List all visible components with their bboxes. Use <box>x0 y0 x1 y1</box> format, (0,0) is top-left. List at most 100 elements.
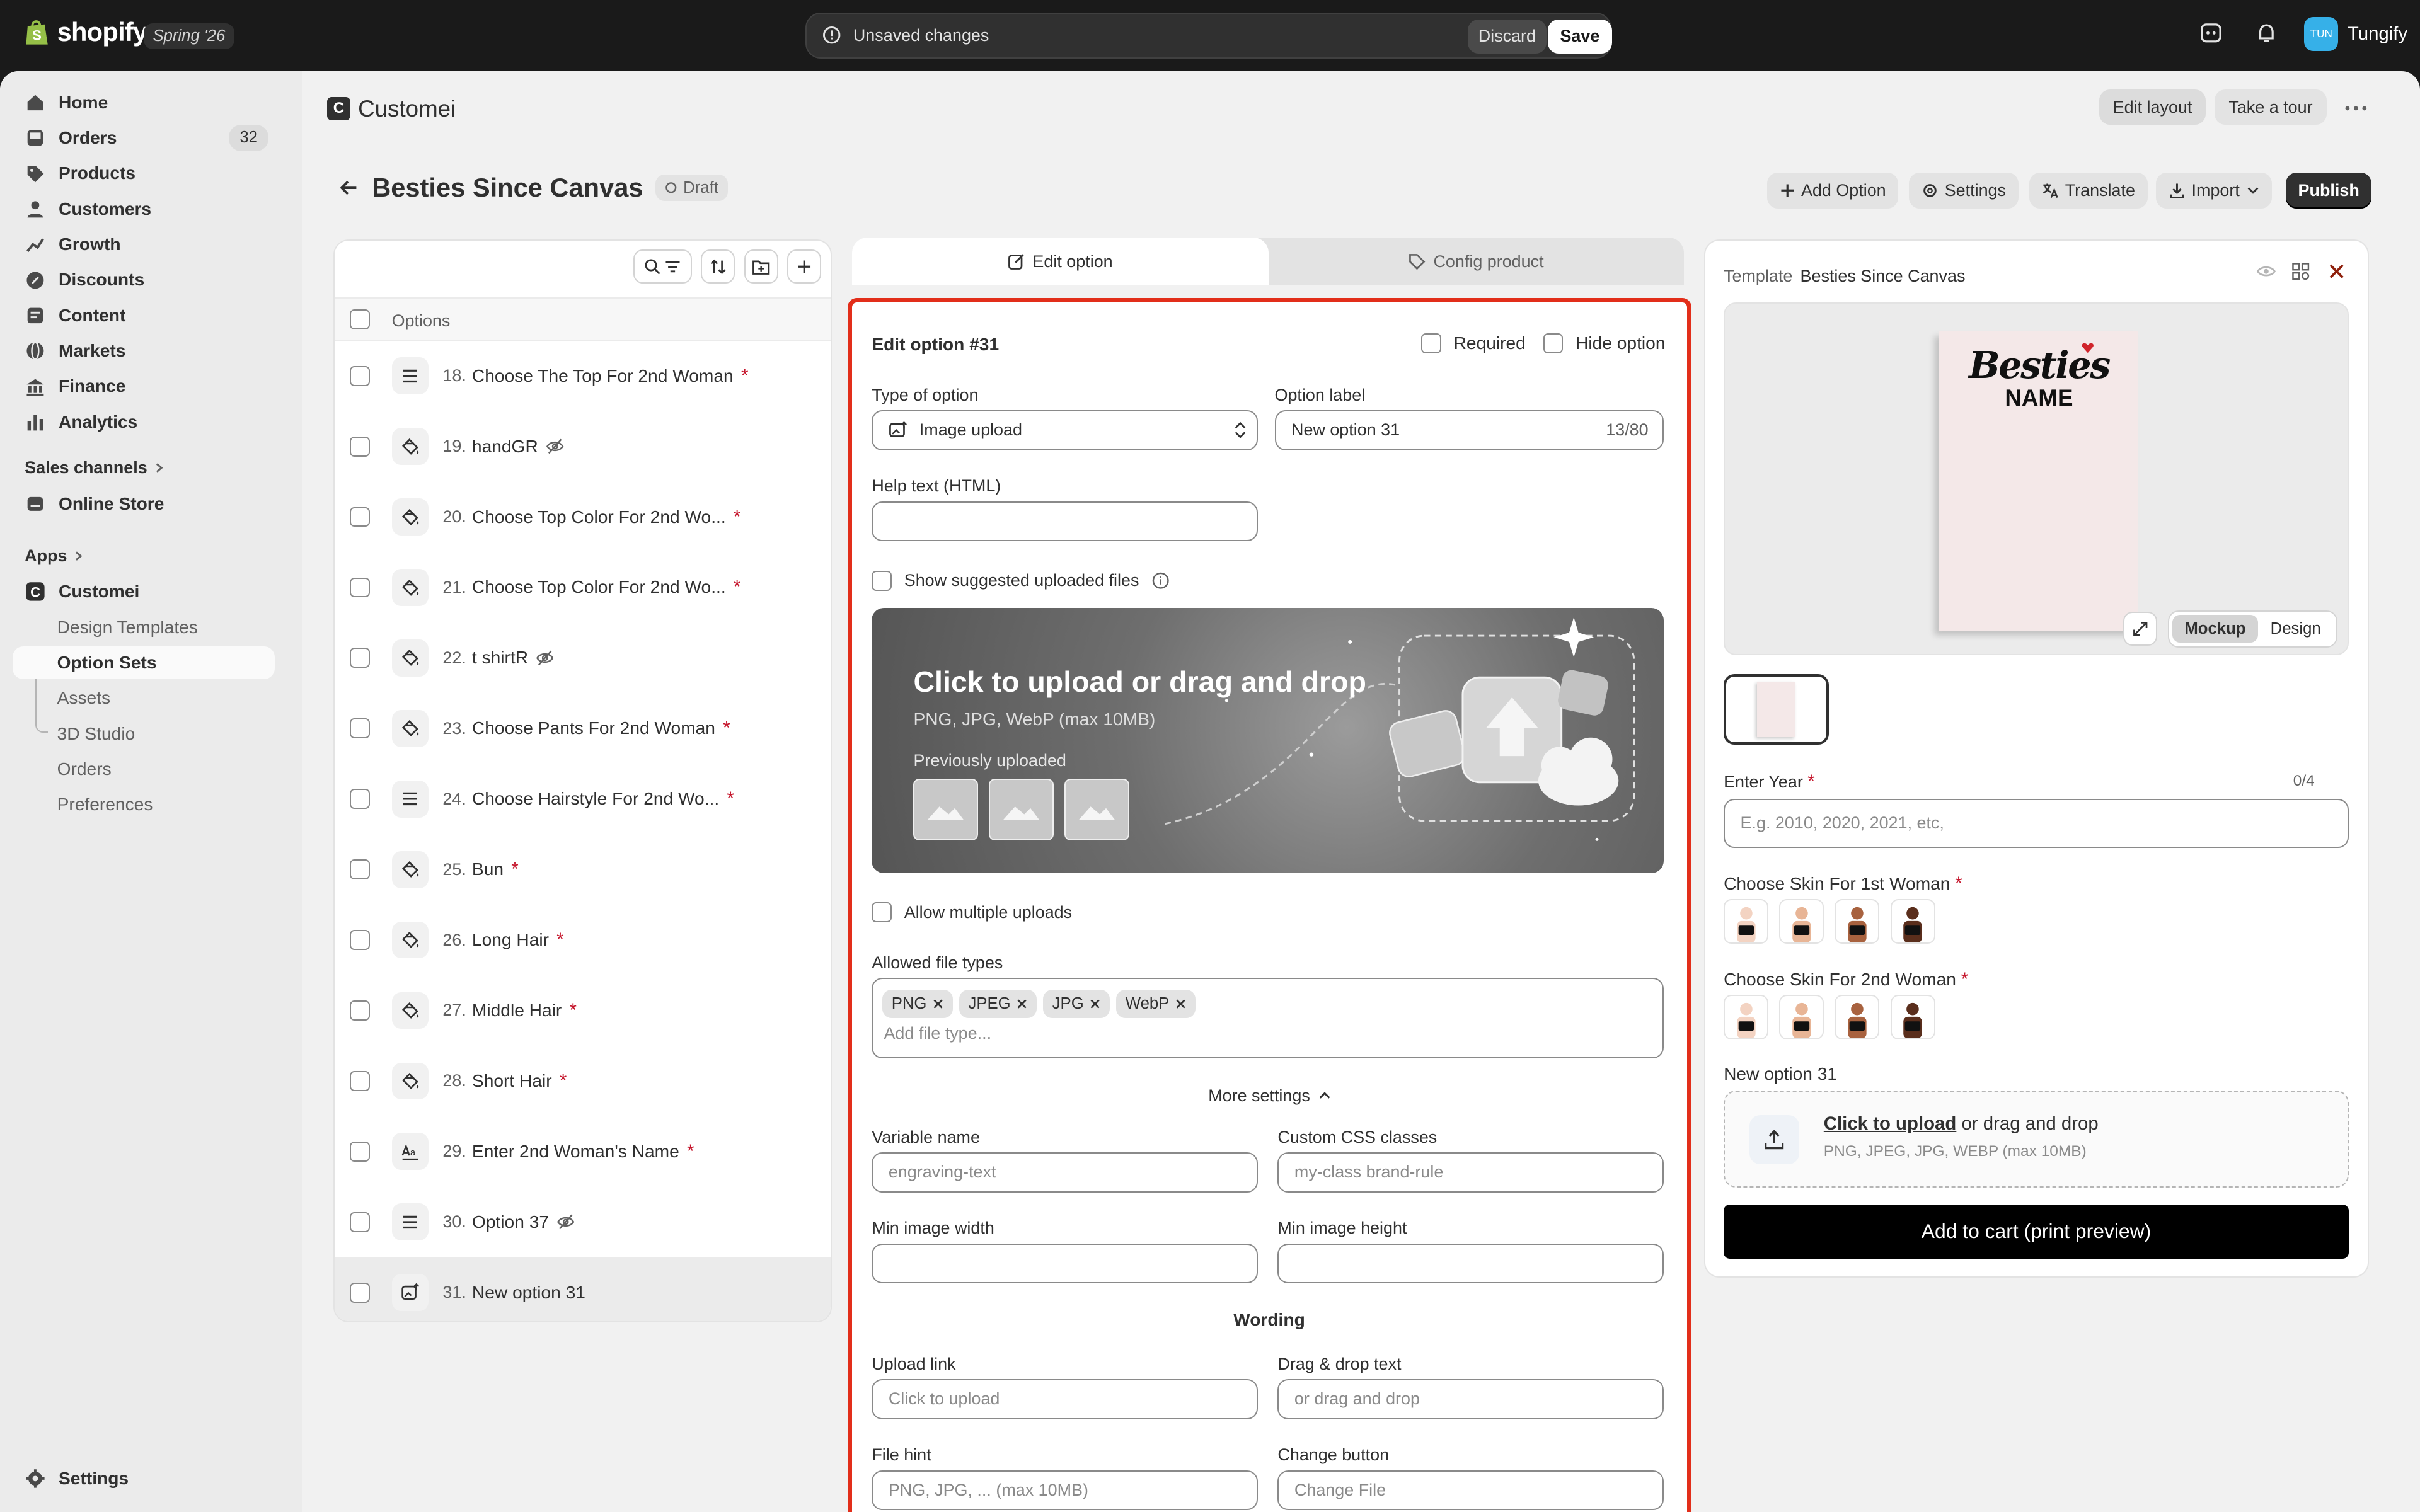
edit-layout-button[interactable]: Edit layout <box>2099 89 2206 125</box>
option-row[interactable]: 28. Short Hair * <box>335 1046 831 1116</box>
option-row[interactable]: a 29. Enter 2nd Woman's Name * <box>335 1116 831 1187</box>
row-checkbox[interactable] <box>350 507 371 527</box>
sidebar-sub-assets[interactable]: Assets <box>13 682 275 714</box>
skin-swatch[interactable] <box>1724 899 1769 944</box>
sort-button[interactable] <box>701 249 735 284</box>
row-checkbox[interactable] <box>350 1070 371 1091</box>
search-filter-button[interactable] <box>633 249 692 284</box>
settings-button[interactable]: Settings <box>1909 173 2019 209</box>
layout-icon[interactable] <box>2291 262 2310 280</box>
option-row[interactable]: 25. Bun * <box>335 834 831 905</box>
option-row[interactable]: 20. Choose Top Color For 2nd Wo... * <box>335 482 831 553</box>
mockup-toggle[interactable]: Mockup <box>2172 614 2259 643</box>
tab-edit-option[interactable]: Edit option <box>851 238 1269 286</box>
sidebar-item-settings[interactable]: Settings <box>13 1463 275 1495</box>
option-row[interactable]: 19. handGR <box>335 411 831 482</box>
type-of-option-select[interactable]: Image upload <box>872 410 1258 450</box>
upload-link-input[interactable]: Click to upload <box>872 1379 1258 1419</box>
sidebar-sub-3d-studio[interactable]: 3D Studio <box>13 718 275 750</box>
eye-icon[interactable] <box>2256 262 2276 280</box>
option-row[interactable]: 26. Long Hair * <box>335 905 831 975</box>
sidebar-sub-option-sets[interactable]: Option Sets <box>12 646 275 679</box>
row-checkbox[interactable] <box>350 436 371 457</box>
bell-icon[interactable] <box>2255 21 2278 45</box>
show-suggested-checkbox[interactable] <box>872 570 892 591</box>
previous-upload-thumb[interactable] <box>1064 779 1130 841</box>
save-button[interactable]: Save <box>1547 20 1612 54</box>
sales-channels-heading[interactable]: Sales channels <box>25 458 164 478</box>
row-checkbox[interactable] <box>350 1000 371 1021</box>
info-icon[interactable] <box>1151 571 1170 590</box>
option-row[interactable]: 18. Choose The Top For 2nd Woman * <box>335 341 831 411</box>
sidebar-item-products[interactable]: Products <box>13 158 275 190</box>
allow-multiple-toggle[interactable]: Allow multiple uploads <box>872 902 1072 923</box>
design-toggle[interactable]: Design <box>2258 615 2333 643</box>
row-checkbox[interactable] <box>350 648 371 668</box>
row-checkbox[interactable] <box>350 365 371 386</box>
row-checkbox[interactable] <box>350 859 371 880</box>
remove-chip-icon[interactable] <box>1017 999 1027 1009</box>
help-text-input[interactable] <box>872 501 1258 542</box>
previous-upload-thumb[interactable] <box>913 779 979 841</box>
store-menu[interactable]: TUN Tungify <box>2304 16 2407 51</box>
file-types-input[interactable]: PNG JPEG JPG WebP Add file type... <box>872 978 1664 1058</box>
sidebar-item-customei[interactable]: C Customei <box>13 575 275 607</box>
skin-swatch[interactable] <box>1779 899 1824 944</box>
import-button[interactable]: Import <box>2156 173 2273 209</box>
sidebar-item-content[interactable]: Content <box>13 299 275 331</box>
add-folder-button[interactable] <box>744 249 778 284</box>
sidebar-sub-orders[interactable]: Orders <box>13 753 275 785</box>
preview-upload-link[interactable]: Click to upload <box>1824 1113 1957 1134</box>
translate-button[interactable]: Translate <box>2029 173 2148 209</box>
css-classes-input[interactable]: my-class brand-rule <box>1277 1152 1664 1193</box>
remove-chip-icon[interactable] <box>1175 999 1186 1009</box>
row-checkbox[interactable] <box>350 577 371 598</box>
option-row[interactable]: 21. Choose Top Color For 2nd Wo... * <box>335 553 831 623</box>
row-checkbox[interactable] <box>350 789 371 810</box>
option-row[interactable]: 31. New option 31 <box>334 1257 831 1321</box>
add-option-button[interactable]: Add Option <box>1767 173 1899 209</box>
row-checkbox[interactable] <box>350 1282 371 1303</box>
sidekick-icon[interactable] <box>2199 21 2223 45</box>
sidebar-sub-preferences[interactable]: Preferences <box>13 788 275 820</box>
sidebar-item-finance[interactable]: Finance <box>13 370 275 403</box>
row-checkbox[interactable] <box>350 718 371 739</box>
variable-name-input[interactable]: engraving-text <box>872 1152 1258 1193</box>
remove-chip-icon[interactable] <box>1090 999 1100 1009</box>
publish-button[interactable]: Publish <box>2285 173 2372 209</box>
option-row[interactable]: 24. Choose Hairstyle For 2nd Wo... * <box>335 764 831 834</box>
sidebar-item-online-store[interactable]: Online Store <box>13 488 275 520</box>
upload-dropzone[interactable]: Click to upload or drag and drop PNG, JP… <box>872 607 1664 873</box>
sidebar-item-customers[interactable]: Customers <box>13 193 275 225</box>
row-checkbox[interactable] <box>350 1211 371 1232</box>
required-checkbox[interactable] <box>1421 333 1441 353</box>
skin-swatch[interactable] <box>1835 995 1880 1040</box>
required-toggle[interactable]: Required <box>1421 333 1526 353</box>
more-settings-toggle[interactable]: More settings <box>1208 1086 1332 1106</box>
drag-drop-input[interactable]: or drag and drop <box>1277 1379 1664 1419</box>
sidebar-sub-design-templates[interactable]: Design Templates <box>13 611 275 643</box>
sidebar-item-orders[interactable]: Orders 32 <box>13 122 275 154</box>
sidebar-item-home[interactable]: Home <box>13 86 275 118</box>
apps-heading[interactable]: Apps <box>25 546 84 566</box>
discard-button[interactable]: Discard <box>1467 20 1547 54</box>
allow-multiple-checkbox[interactable] <box>872 902 892 923</box>
tab-config-product[interactable]: Config product <box>1269 238 1684 285</box>
sidebar-item-discounts[interactable]: Discounts <box>13 264 275 296</box>
option-row[interactable]: 27. Middle Hair * <box>335 975 831 1046</box>
sidebar-item-growth[interactable]: Growth <box>13 228 275 260</box>
close-icon[interactable] <box>2327 262 2346 280</box>
more-horizontal-icon[interactable] <box>2344 105 2368 112</box>
option-row[interactable]: 23. Choose Pants For 2nd Woman * <box>335 693 831 764</box>
min-width-input[interactable] <box>872 1243 1258 1284</box>
hide-option-toggle[interactable]: Hide option <box>1543 333 1666 353</box>
option-row[interactable]: 30. Option 37 <box>335 1187 831 1257</box>
add-option-list-button[interactable] <box>787 249 822 284</box>
mockup-thumbnail[interactable] <box>1724 673 1829 745</box>
option-row[interactable]: 22. t shirtR <box>335 622 831 693</box>
shopify-logo[interactable]: S shopify <box>25 17 147 47</box>
year-input[interactable]: E.g. 2010, 2020, 2021, etc, <box>1724 799 2349 849</box>
take-tour-button[interactable]: Take a tour <box>2215 89 2327 125</box>
remove-chip-icon[interactable] <box>933 999 943 1009</box>
sidebar-item-analytics[interactable]: Analytics <box>13 406 275 438</box>
